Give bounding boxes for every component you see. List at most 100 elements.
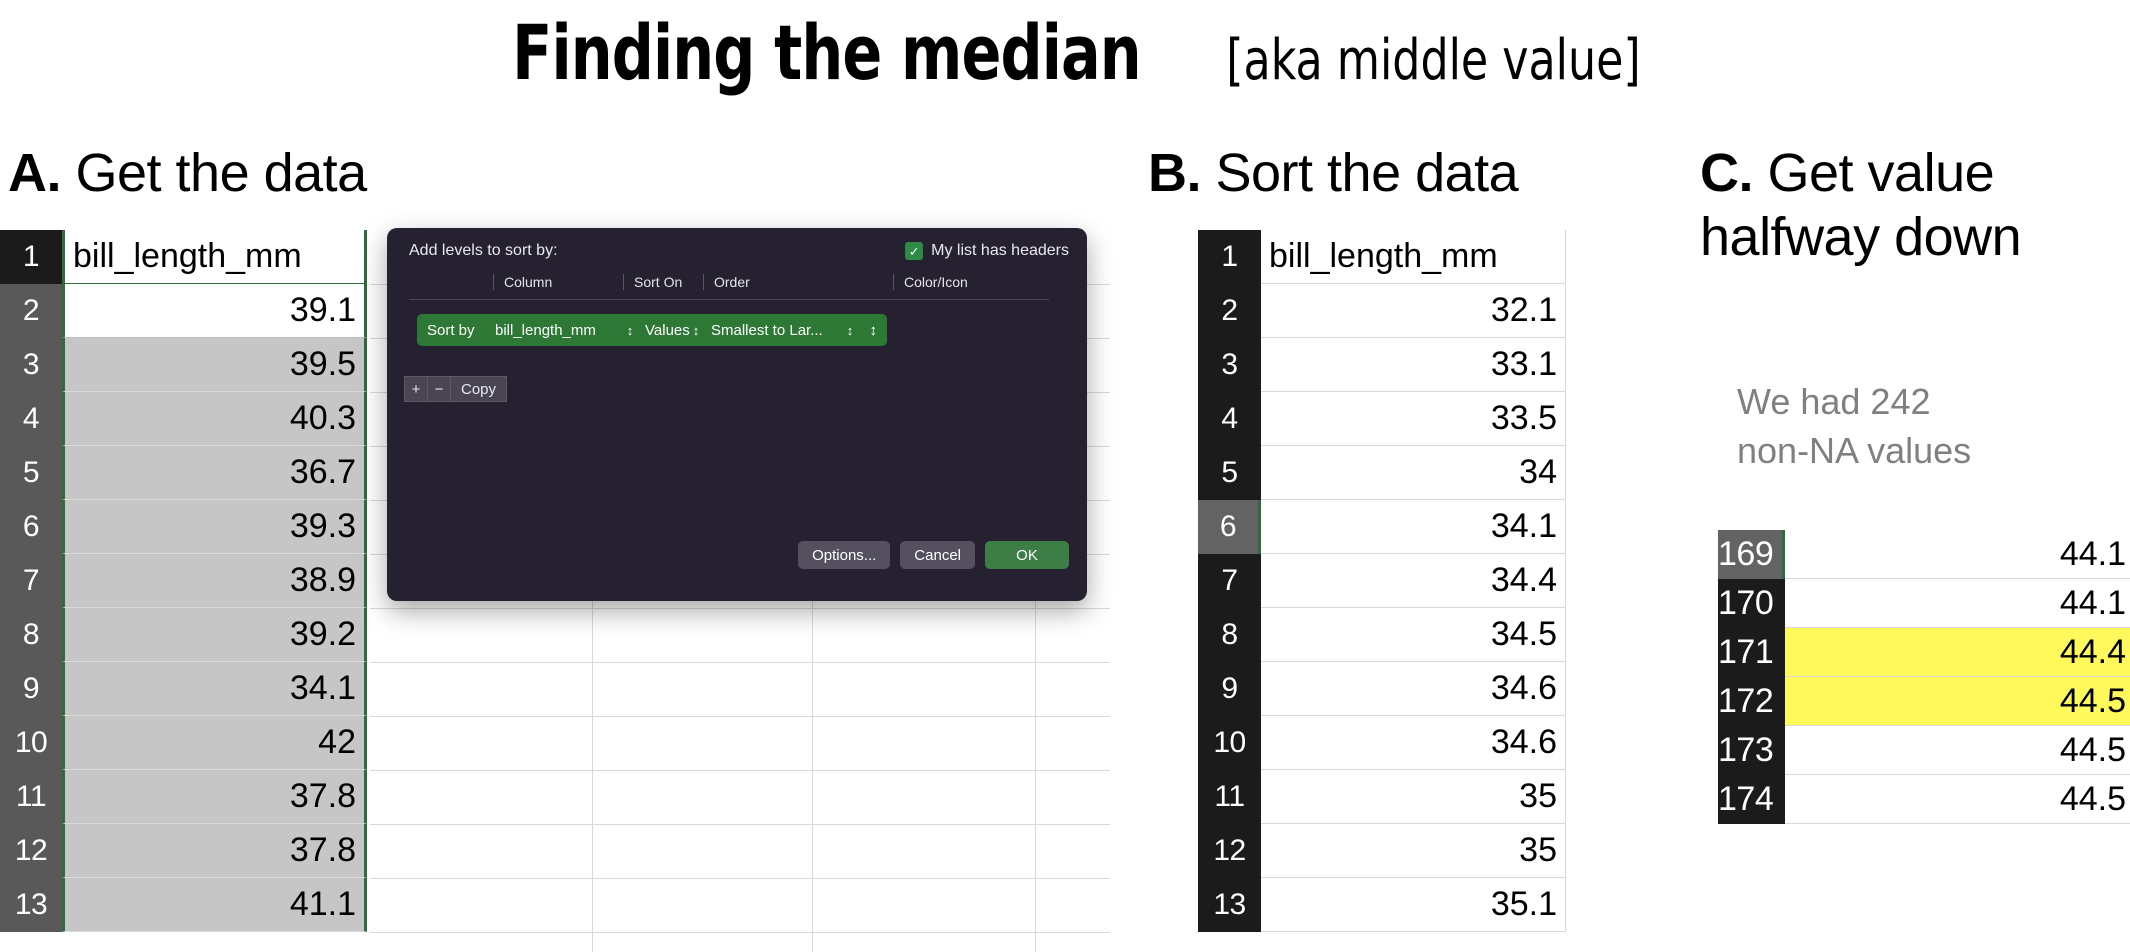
chevron-updown-icon-column[interactable]: ↕ bbox=[623, 324, 637, 337]
data-cell[interactable]: 35 bbox=[1261, 770, 1566, 824]
row-header[interactable]: 9 bbox=[1198, 662, 1261, 716]
data-cell[interactable]: 39.2 bbox=[62, 608, 367, 662]
table-row[interactable]: 3 33.1 bbox=[1198, 338, 1566, 392]
table-row[interactable]: 6 39.3 bbox=[0, 500, 367, 554]
data-cell[interactable]: 34.6 bbox=[1261, 662, 1566, 716]
row-header[interactable]: 171 bbox=[1718, 628, 1785, 677]
row-header[interactable]: 1 bbox=[1198, 230, 1261, 284]
data-cell[interactable]: 44.1 bbox=[1785, 530, 2130, 579]
table-row[interactable]: 5 34 bbox=[1198, 446, 1566, 500]
table-row[interactable]: 13 35.1 bbox=[1198, 878, 1566, 932]
row-header[interactable]: 13 bbox=[0, 878, 62, 932]
column-header-cell[interactable]: bill_length_mm bbox=[62, 230, 367, 284]
table-row[interactable]: 1 bill_length_mm bbox=[0, 230, 367, 284]
table-row[interactable]: 11 37.8 bbox=[0, 770, 367, 824]
data-cell[interactable]: 44.5 bbox=[1785, 775, 2130, 824]
spreadsheet-panel-b[interactable]: 1 bill_length_mm 2 32.1 3 33.1 4 33.5 5 34 6 34.1 7 3… bbox=[1198, 230, 1566, 932]
chevron-updown-icon-coloricon[interactable]: ↕ bbox=[857, 322, 887, 339]
row-header[interactable]: 3 bbox=[1198, 338, 1261, 392]
table-row[interactable]: 11 35 bbox=[1198, 770, 1566, 824]
row-header[interactable]: 13 bbox=[1198, 878, 1261, 932]
data-cell[interactable]: 36.7 bbox=[62, 446, 367, 500]
data-cell[interactable]: 35 bbox=[1261, 824, 1566, 878]
row-header[interactable]: 2 bbox=[0, 284, 62, 338]
row-header[interactable]: 11 bbox=[1198, 770, 1261, 824]
table-row[interactable]: 2 39.1 bbox=[0, 284, 367, 338]
data-cell[interactable]: 35.1 bbox=[1261, 878, 1566, 932]
table-row[interactable]: 4 33.5 bbox=[1198, 392, 1566, 446]
row-header[interactable]: 8 bbox=[0, 608, 62, 662]
row-header[interactable]: 6 bbox=[1198, 500, 1261, 554]
table-row[interactable]: 2 32.1 bbox=[1198, 284, 1566, 338]
table-row[interactable]: 172 44.5 bbox=[1718, 677, 2130, 726]
table-row[interactable]: 7 34.4 bbox=[1198, 554, 1566, 608]
data-cell[interactable]: 33.1 bbox=[1261, 338, 1566, 392]
sort-dialog[interactable]: Add levels to sort by: ✓ My list has hea… bbox=[387, 228, 1087, 601]
ok-button[interactable]: OK bbox=[985, 541, 1069, 569]
copy-level-button[interactable]: Copy bbox=[450, 376, 508, 402]
row-header[interactable]: 1 bbox=[0, 230, 62, 284]
table-row[interactable]: 174 44.5 bbox=[1718, 775, 2130, 824]
table-row[interactable]: 170 44.1 bbox=[1718, 579, 2130, 628]
table-row[interactable]: 5 36.7 bbox=[0, 446, 367, 500]
row-header[interactable]: 12 bbox=[0, 824, 62, 878]
data-cell[interactable]: 44.1 bbox=[1785, 579, 2130, 628]
data-cell[interactable]: 33.5 bbox=[1261, 392, 1566, 446]
row-header[interactable]: 5 bbox=[1198, 446, 1261, 500]
table-row[interactable]: 169 44.1 bbox=[1718, 530, 2130, 579]
table-row[interactable]: 173 44.5 bbox=[1718, 726, 2130, 775]
table-row[interactable]: 13 41.1 bbox=[0, 878, 367, 932]
row-header[interactable]: 170 bbox=[1718, 579, 1785, 628]
table-row[interactable]: 9 34.1 bbox=[0, 662, 367, 716]
spreadsheet-panel-a[interactable]: 1 bill_length_mm 2 39.1 3 39.5 4 40.3 5 36.7 6 39.3… bbox=[0, 230, 367, 932]
table-row[interactable]: 8 39.2 bbox=[0, 608, 367, 662]
row-header[interactable]: 173 bbox=[1718, 726, 1785, 775]
table-row[interactable]: 4 40.3 bbox=[0, 392, 367, 446]
cancel-button[interactable]: Cancel bbox=[900, 541, 975, 569]
row-header[interactable]: 11 bbox=[0, 770, 62, 824]
sort-on-select[interactable]: Values bbox=[637, 322, 690, 339]
chevron-updown-icon-order[interactable]: ↕ bbox=[843, 324, 857, 337]
row-header[interactable]: 172 bbox=[1718, 677, 1785, 726]
row-header[interactable]: 2 bbox=[1198, 284, 1261, 338]
table-row[interactable]: 9 34.6 bbox=[1198, 662, 1566, 716]
row-header[interactable]: 174 bbox=[1718, 775, 1785, 824]
data-cell[interactable]: 42 bbox=[62, 716, 367, 770]
chevron-updown-icon-sorton[interactable]: ↕ bbox=[689, 324, 703, 337]
row-header[interactable]: 3 bbox=[0, 338, 62, 392]
data-cell[interactable]: 37.8 bbox=[62, 824, 367, 878]
remove-level-button[interactable]: − bbox=[427, 376, 451, 402]
my-list-has-headers-checkbox[interactable]: ✓ My list has headers bbox=[905, 242, 1069, 260]
data-cell[interactable]: 32.1 bbox=[1261, 284, 1566, 338]
data-cell[interactable]: 34.1 bbox=[1261, 500, 1566, 554]
data-cell[interactable]: 34.1 bbox=[62, 662, 367, 716]
data-cell[interactable]: 39.5 bbox=[62, 338, 367, 392]
data-cell[interactable]: 40.3 bbox=[62, 392, 367, 446]
data-cell[interactable]: 34.4 bbox=[1261, 554, 1566, 608]
row-header[interactable]: 5 bbox=[0, 446, 62, 500]
spreadsheet-panel-c[interactable]: 169 44.1 170 44.1 171 44.4 172 44.5 173 44.5 174 44… bbox=[1718, 530, 2130, 824]
row-header[interactable]: 8 bbox=[1198, 608, 1261, 662]
data-cell[interactable]: 34.5 bbox=[1261, 608, 1566, 662]
data-cell[interactable]: 44.4 bbox=[1785, 628, 2130, 677]
table-row[interactable]: 8 34.5 bbox=[1198, 608, 1566, 662]
row-header[interactable]: 4 bbox=[0, 392, 62, 446]
row-header[interactable]: 7 bbox=[1198, 554, 1261, 608]
row-header[interactable]: 12 bbox=[1198, 824, 1261, 878]
table-row[interactable]: 171 44.4 bbox=[1718, 628, 2130, 677]
table-row[interactable]: 12 35 bbox=[1198, 824, 1566, 878]
row-header[interactable]: 7 bbox=[0, 554, 62, 608]
row-header[interactable]: 9 bbox=[0, 662, 62, 716]
table-row[interactable]: 10 42 bbox=[0, 716, 367, 770]
table-row[interactable]: 12 37.8 bbox=[0, 824, 367, 878]
row-header[interactable]: 10 bbox=[0, 716, 62, 770]
sort-order-select[interactable]: Smallest to Lar... bbox=[703, 322, 843, 339]
data-cell[interactable]: 34 bbox=[1261, 446, 1566, 500]
row-header[interactable]: 169 bbox=[1718, 530, 1785, 579]
table-row[interactable]: 6 34.1 bbox=[1198, 500, 1566, 554]
data-cell[interactable]: 38.9 bbox=[62, 554, 367, 608]
options-button[interactable]: Options... bbox=[798, 541, 891, 569]
table-row[interactable]: 7 38.9 bbox=[0, 554, 367, 608]
data-cell[interactable]: 44.5 bbox=[1785, 677, 2130, 726]
column-header-cell[interactable]: bill_length_mm bbox=[1261, 230, 1566, 284]
